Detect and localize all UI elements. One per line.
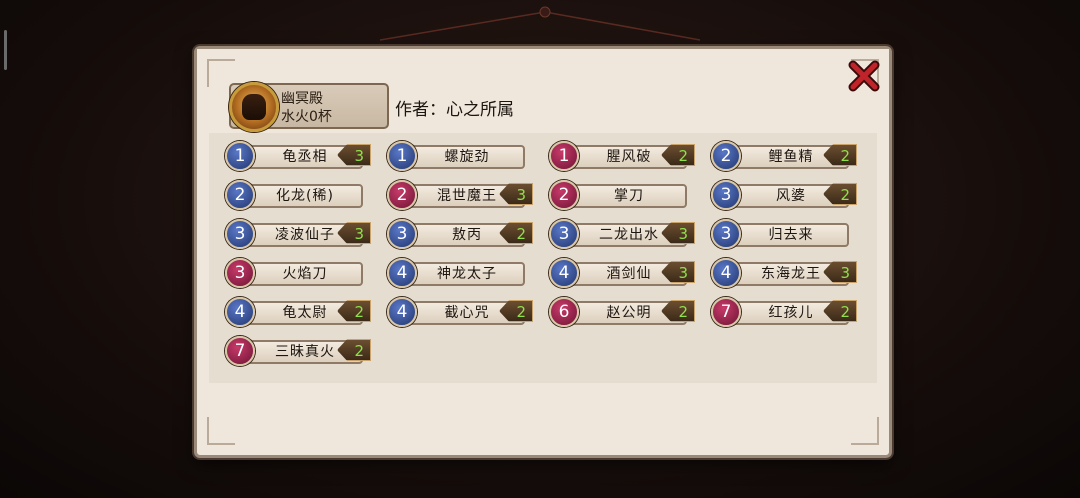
cost-badge: 1 bbox=[387, 141, 417, 171]
side-handle[interactable] bbox=[4, 30, 7, 70]
card-entry[interactable]: 螺旋劲 1 bbox=[387, 141, 537, 171]
cost-badge: 2 bbox=[387, 180, 417, 210]
cost-badge: 7 bbox=[225, 336, 255, 366]
card-entry[interactable]: 掌刀 2 bbox=[549, 180, 699, 210]
avatar bbox=[229, 82, 279, 132]
card-name: 螺旋劲 bbox=[444, 149, 490, 165]
cost-badge: 4 bbox=[387, 297, 417, 327]
author-label: 作者：心之所属 bbox=[395, 100, 514, 120]
cost-badge: 4 bbox=[225, 297, 255, 327]
card-entry[interactable]: 鲤鱼精 2 2 bbox=[711, 141, 861, 171]
deck-detail-panel: 幽冥殿 水火0杯 作者：心之所属 龟丞相 1 3 螺旋劲 1 腥风破 1 2 鲤鱼精 2 2 化龙(稀… bbox=[194, 46, 892, 458]
card-entry[interactable]: 归去来 3 bbox=[711, 219, 861, 249]
card-entry[interactable]: 龟太尉 4 2 bbox=[225, 297, 375, 327]
card-entry[interactable]: 赵公明 6 2 bbox=[549, 297, 699, 327]
card-entry[interactable]: 风婆 3 2 bbox=[711, 180, 861, 210]
card-entry[interactable]: 凌波仙子 3 3 bbox=[225, 219, 375, 249]
cost-badge: 7 bbox=[711, 297, 741, 327]
card-entry[interactable]: 神龙太子 4 bbox=[387, 258, 537, 288]
corner-ornament bbox=[851, 417, 879, 445]
card-entry[interactable]: 红孩儿 7 2 bbox=[711, 297, 861, 327]
card-name: 归去来 bbox=[768, 227, 814, 243]
cost-badge: 4 bbox=[711, 258, 741, 288]
card-entry[interactable]: 敖丙 3 2 bbox=[387, 219, 537, 249]
card-entry[interactable]: 腥风破 1 2 bbox=[549, 141, 699, 171]
card-entry[interactable]: 二龙出水 3 3 bbox=[549, 219, 699, 249]
cost-badge: 3 bbox=[225, 219, 255, 249]
cost-badge: 4 bbox=[549, 258, 579, 288]
close-x-icon[interactable] bbox=[847, 59, 881, 93]
cost-badge: 2 bbox=[225, 180, 255, 210]
cost-badge: 3 bbox=[549, 219, 579, 249]
author-card[interactable]: 幽冥殿 水火0杯 bbox=[229, 82, 389, 132]
card-entry[interactable]: 截心咒 4 2 bbox=[387, 297, 537, 327]
card-entry[interactable]: 化龙(稀) 2 bbox=[225, 180, 375, 210]
cost-badge: 2 bbox=[711, 141, 741, 171]
author-card-subtitle: 水火0杯 bbox=[281, 109, 332, 125]
corner-ornament bbox=[207, 417, 235, 445]
card-entry[interactable]: 东海龙王 4 3 bbox=[711, 258, 861, 288]
card-name: 神龙太子 bbox=[437, 266, 497, 282]
card-entry[interactable]: 龟丞相 1 3 bbox=[225, 141, 375, 171]
cost-badge: 3 bbox=[711, 219, 741, 249]
cost-badge: 6 bbox=[549, 297, 579, 327]
cost-badge: 1 bbox=[225, 141, 255, 171]
cost-badge: 2 bbox=[549, 180, 579, 210]
card-name: 掌刀 bbox=[614, 188, 644, 204]
cost-badge: 4 bbox=[387, 258, 417, 288]
cost-badge: 3 bbox=[387, 219, 417, 249]
card-entry[interactable]: 三昧真火 7 2 bbox=[225, 336, 375, 366]
card-name: 火焰刀 bbox=[282, 266, 328, 282]
author-card-title: 幽冥殿 bbox=[281, 91, 323, 107]
cost-badge: 3 bbox=[225, 258, 255, 288]
card-entry[interactable]: 混世魔王 2 3 bbox=[387, 180, 537, 210]
card-name: 化龙(稀) bbox=[276, 188, 334, 204]
card-entry[interactable]: 酒剑仙 4 3 bbox=[549, 258, 699, 288]
card-entry[interactable]: 火焰刀 3 bbox=[225, 258, 375, 288]
cost-badge: 3 bbox=[711, 180, 741, 210]
cost-badge: 1 bbox=[549, 141, 579, 171]
